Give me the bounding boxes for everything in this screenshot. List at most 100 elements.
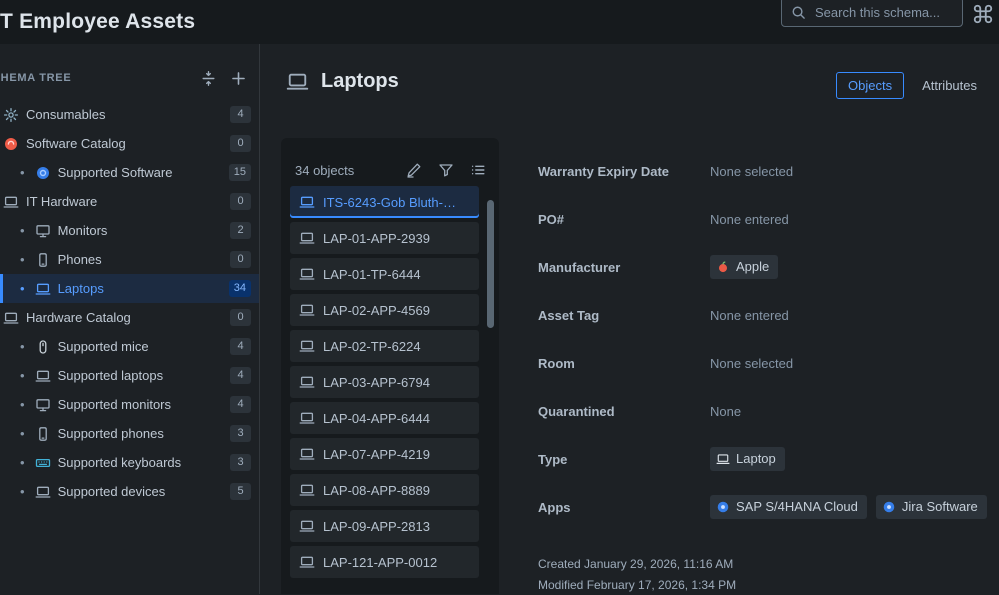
tag-label: Jira Software xyxy=(902,498,978,516)
count-badge: 2 xyxy=(230,222,251,239)
app-tag-jira[interactable]: Jira Software xyxy=(876,495,987,519)
sidebar-item-laptops[interactable]: Laptops 34 xyxy=(0,274,259,303)
object-row[interactable]: ITS-6243-Gob Bluth-… xyxy=(290,186,479,218)
sidebar-item-supported-phones[interactable]: Supported phones 3 xyxy=(0,419,259,448)
laptop-icon xyxy=(35,368,51,384)
type-tag[interactable]: Laptop xyxy=(710,447,785,471)
field-apps: Apps SAP S/4HANA Cloud Jira Software xyxy=(538,499,990,547)
field-label: Manufacturer xyxy=(538,259,710,277)
field-value: None entered xyxy=(710,211,789,229)
plus-icon[interactable] xyxy=(230,70,247,87)
field-label: PO# xyxy=(538,211,710,229)
search-icon xyxy=(791,5,806,20)
laptop-icon xyxy=(3,194,19,210)
laptop-icon xyxy=(299,554,315,570)
field-value: None xyxy=(710,403,741,421)
field-label: Quarantined xyxy=(538,403,710,421)
count-badge: 0 xyxy=(230,309,251,326)
sidebar-item-it-hardware[interactable]: IT Hardware 0 xyxy=(0,187,259,216)
object-type-title: Laptops xyxy=(321,70,399,93)
schema-search[interactable] xyxy=(781,0,963,27)
sidebar-item-consumables[interactable]: Consumables 4 xyxy=(0,100,259,129)
count-badge: 4 xyxy=(230,338,251,355)
laptop-icon xyxy=(35,484,51,500)
field-label: Asset Tag xyxy=(538,307,710,325)
object-label: LAP-08-APP-8889 xyxy=(323,483,430,498)
object-row[interactable]: LAP-02-TP-6224 xyxy=(290,330,479,362)
field-label: Warranty Expiry Date xyxy=(538,163,710,181)
sidebar-item-label: Monitors xyxy=(58,223,108,238)
object-row[interactable]: LAP-02-APP-4569 xyxy=(290,294,479,326)
object-details: Warranty Expiry Date None selected PO# N… xyxy=(538,163,990,595)
sidebar-item-supported-mice[interactable]: Supported mice 4 xyxy=(0,332,259,361)
bulk-edit-icon[interactable] xyxy=(406,162,422,178)
sidebar-item-monitors[interactable]: Monitors 2 xyxy=(0,216,259,245)
filter-icon[interactable] xyxy=(438,162,454,178)
count-badge: 3 xyxy=(230,454,251,471)
sidebar-item-label: Supported laptops xyxy=(58,368,164,383)
field-value: None selected xyxy=(710,163,793,181)
sidebar-item-label: Phones xyxy=(58,252,102,267)
tab-objects[interactable]: Objects xyxy=(836,72,904,99)
count-badge: 0 xyxy=(230,135,251,152)
object-label: LAP-03-APP-6794 xyxy=(323,375,430,390)
count-badge: 0 xyxy=(230,251,251,268)
laptop-icon xyxy=(3,310,19,326)
sidebar-item-supported-devices[interactable]: Supported devices 5 xyxy=(0,477,259,506)
red-disc-icon xyxy=(3,136,19,152)
gear-icon xyxy=(3,107,19,123)
sidebar-item-hardware-catalog[interactable]: Hardware Catalog 0 xyxy=(0,303,259,332)
object-row[interactable]: LAP-121-APP-0012 xyxy=(290,546,479,578)
tab-attributes[interactable]: Attributes xyxy=(910,72,989,99)
list-scrollbar[interactable] xyxy=(487,200,494,328)
laptop-icon xyxy=(299,482,315,498)
field-value: None entered xyxy=(710,307,789,325)
app-dot-icon xyxy=(716,500,730,514)
sidebar-item-supported-laptops[interactable]: Supported laptops 4 xyxy=(0,361,259,390)
sidebar-item-software-catalog[interactable]: Software Catalog 0 xyxy=(0,129,259,158)
object-label: LAP-09-APP-2813 xyxy=(323,519,430,534)
object-list-panel: 34 objects ITS-6243-Gob Bluth-… LAP-01-A… xyxy=(281,138,499,594)
app-tag-sap[interactable]: SAP S/4HANA Cloud xyxy=(710,495,867,519)
manufacturer-tag[interactable]: Apple xyxy=(710,255,778,279)
laptop-icon xyxy=(299,410,315,426)
app-dot-icon xyxy=(882,500,896,514)
sidebar-item-supported-software[interactable]: Supported Software 15 xyxy=(0,158,259,187)
sidebar-item-label: Supported monitors xyxy=(58,397,171,412)
object-row[interactable]: LAP-07-APP-4219 xyxy=(290,438,479,470)
field-type: Type Laptop xyxy=(538,451,990,499)
tag-label: Laptop xyxy=(736,450,776,468)
count-badge: 4 xyxy=(230,396,251,413)
object-label: LAP-01-TP-6444 xyxy=(323,267,421,282)
object-list: ITS-6243-Gob Bluth-… LAP-01-APP-2939 LAP… xyxy=(281,180,499,578)
object-label: LAP-01-APP-2939 xyxy=(323,231,430,246)
monitor-icon xyxy=(35,223,51,239)
laptop-icon xyxy=(35,281,51,297)
object-count: 34 objects xyxy=(295,163,354,178)
field-asset-tag: Asset Tag None entered xyxy=(538,307,990,355)
sidebar-item-phones[interactable]: Phones 0 xyxy=(0,245,259,274)
count-badge: 5 xyxy=(230,483,251,500)
sidebar-item-supported-keyboards[interactable]: Supported keyboards 3 xyxy=(0,448,259,477)
collapse-all-icon[interactable] xyxy=(200,70,217,87)
sidebar-item-label: Supported devices xyxy=(58,484,166,499)
laptop-icon xyxy=(299,446,315,462)
field-po-number: PO# None entered xyxy=(538,211,990,259)
object-row[interactable]: LAP-08-APP-8889 xyxy=(290,474,479,506)
object-row[interactable]: LAP-03-APP-6794 xyxy=(290,366,479,398)
main-content: Laptops Objects Attributes 34 objects IT… xyxy=(261,44,999,594)
view-tabs: Objects Attributes xyxy=(836,72,989,99)
object-row[interactable]: LAP-01-APP-2939 xyxy=(290,222,479,254)
tag-label: SAP S/4HANA Cloud xyxy=(736,498,858,516)
search-input[interactable] xyxy=(813,4,953,21)
laptop-icon xyxy=(299,374,315,390)
object-row[interactable]: LAP-04-APP-6444 xyxy=(290,402,479,434)
command-icon[interactable] xyxy=(972,3,994,25)
object-row[interactable]: LAP-09-APP-2813 xyxy=(290,510,479,542)
schema-tree-header: SCHEMA TREE xyxy=(0,66,247,90)
field-manufacturer: Manufacturer Apple xyxy=(538,259,990,307)
list-view-icon[interactable] xyxy=(470,162,486,178)
sidebar-item-supported-monitors[interactable]: Supported monitors 4 xyxy=(0,390,259,419)
sidebar-item-label: Software Catalog xyxy=(26,136,126,151)
object-row[interactable]: LAP-01-TP-6444 xyxy=(290,258,479,290)
